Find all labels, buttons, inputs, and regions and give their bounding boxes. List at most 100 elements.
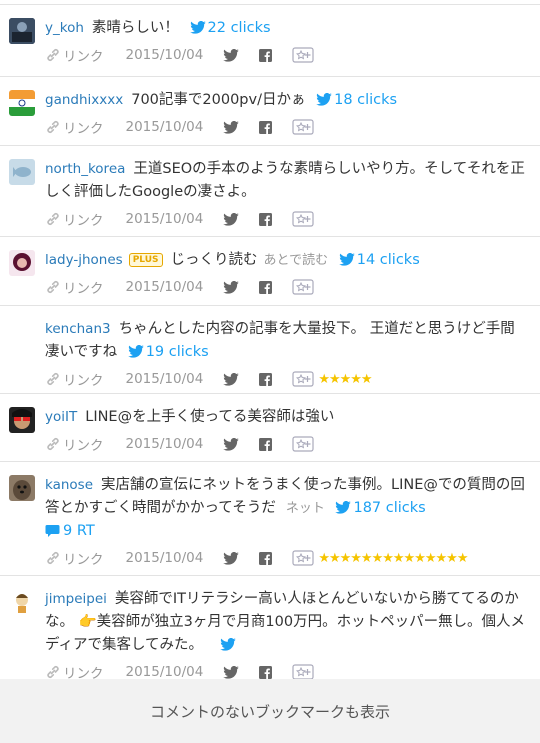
- user-link[interactable]: y_koh: [45, 20, 84, 36]
- facebook-share-icon[interactable]: [259, 212, 273, 226]
- facebook-share-icon[interactable]: [259, 551, 273, 565]
- link-icon[interactable]: [45, 371, 61, 387]
- link-label[interactable]: リンク: [63, 45, 104, 65]
- tweet-clicks-link[interactable]: 19 clicks: [127, 344, 209, 360]
- link-label[interactable]: リンク: [63, 209, 104, 229]
- link-label[interactable]: リンク: [63, 369, 104, 389]
- twitter-bird-icon: [219, 637, 236, 651]
- date: 2015/10/04: [125, 279, 204, 295]
- twitter-share-icon[interactable]: [223, 212, 240, 226]
- date: 2015/10/04: [125, 664, 204, 680]
- list-item: yoiIT LINE@を上手く使ってる美容師は強い リンク 2015/10/04: [0, 394, 540, 462]
- date: 2015/10/04: [125, 211, 204, 227]
- clicks-count: 18 clicks: [334, 92, 398, 108]
- comment-text: ちゃんとした内容の記事を大量投下。 王道だと思うけど手間凄いですね: [45, 321, 515, 360]
- twitter-bird-icon: [335, 500, 352, 514]
- avatar[interactable]: [9, 475, 35, 501]
- user-link[interactable]: yoiIT: [45, 409, 77, 425]
- date: 2015/10/04: [125, 371, 204, 387]
- avatar[interactable]: [9, 18, 35, 44]
- tweet-clicks-link[interactable]: 187 clicks: [335, 500, 426, 516]
- retweet-link[interactable]: 9 RT: [45, 523, 95, 539]
- tweet-clicks-link[interactable]: 18 clicks: [316, 92, 397, 108]
- comment-text: じっくり読む: [170, 252, 258, 268]
- add-star-icon[interactable]: [292, 371, 314, 387]
- add-star-icon[interactable]: [292, 279, 314, 295]
- list-item: jimpeipei 美容師でITリテラシー高い人ほとんどいないから勝ててるのかな。…: [0, 576, 540, 684]
- link-label[interactable]: リンク: [63, 277, 104, 297]
- twitter-bird-icon: [127, 344, 144, 358]
- link-icon[interactable]: [45, 47, 61, 63]
- comment-text: 素晴らしい！: [91, 20, 179, 36]
- tweet-clicks-link[interactable]: 14 clicks: [338, 252, 420, 268]
- add-star-icon[interactable]: [292, 211, 314, 227]
- star-rating[interactable]: ★★★★★: [318, 372, 372, 387]
- show-all-bookmarks-label: コメントのないブックマークも表示: [149, 702, 390, 721]
- date: 2015/10/04: [125, 119, 204, 135]
- link-icon[interactable]: [45, 664, 61, 680]
- link-icon[interactable]: [45, 119, 61, 135]
- twitter-bird-icon: [338, 252, 355, 266]
- twitter-share-icon[interactable]: [223, 120, 240, 134]
- link-label[interactable]: リンク: [63, 548, 104, 568]
- list-item: kanose 実店舗の宣伝にネットをうまく使った事例。LINE@での質問の回答とか…: [0, 462, 540, 576]
- list-item: lady-jhones PLUS じっくり読む あとで読む 14 clicks リンク…: [0, 237, 540, 306]
- avatar[interactable]: [9, 589, 35, 615]
- twitter-share-icon[interactable]: [223, 437, 240, 451]
- tweet-link[interactable]: [219, 637, 238, 653]
- facebook-share-icon[interactable]: [259, 120, 273, 134]
- link-label[interactable]: リンク: [63, 117, 104, 137]
- speech-bubble-icon: [45, 525, 60, 537]
- twitter-share-icon[interactable]: [223, 280, 240, 294]
- user-link[interactable]: kenchan3: [45, 321, 111, 337]
- add-star-icon[interactable]: [292, 47, 314, 63]
- link-label[interactable]: リンク: [63, 434, 104, 454]
- add-star-icon[interactable]: [292, 436, 314, 452]
- date: 2015/10/04: [125, 550, 204, 566]
- user-link[interactable]: gandhixxxx: [45, 92, 123, 108]
- add-star-icon[interactable]: [292, 664, 314, 680]
- user-link[interactable]: lady-jhones: [45, 252, 123, 268]
- comment-text: LINE@を上手く使ってる美容師は強い: [85, 409, 335, 425]
- user-link[interactable]: kanose: [45, 477, 93, 493]
- avatar[interactable]: [9, 90, 35, 116]
- twitter-share-icon[interactable]: [223, 372, 240, 386]
- link-icon[interactable]: [45, 279, 61, 295]
- facebook-share-icon[interactable]: [259, 437, 273, 451]
- twitter-share-icon[interactable]: [223, 48, 240, 62]
- twitter-share-icon[interactable]: [223, 551, 240, 565]
- comment-text: 美容師でITリテラシー高い人ほとんどいないから勝ててるのかな。 👉美容師が独立3…: [45, 591, 526, 653]
- avatar[interactable]: [9, 159, 35, 185]
- tweet-clicks-link[interactable]: 22 clicks: [189, 20, 271, 36]
- avatar[interactable]: [9, 407, 35, 433]
- show-all-bookmarks-button[interactable]: コメントのないブックマークも表示: [0, 679, 540, 743]
- link-icon[interactable]: [45, 550, 61, 566]
- link-icon[interactable]: [45, 436, 61, 452]
- list-item: gandhixxxx 700記事で2000pv/日かぁ 18 clicks リンク…: [0, 77, 540, 146]
- twitter-share-icon[interactable]: [223, 665, 240, 679]
- list-item: kenchan3 ちゃんとした内容の記事を大量投下。 王道だと思うけど手間凄いです…: [0, 306, 540, 394]
- twitter-bird-icon: [316, 92, 332, 106]
- facebook-share-icon[interactable]: [259, 372, 273, 386]
- add-star-icon[interactable]: [292, 119, 314, 135]
- user-link[interactable]: jimpeipei: [45, 591, 107, 607]
- star-rating[interactable]: ★★★★★★★★★★★★★★: [318, 551, 468, 566]
- clicks-count: 14 clicks: [356, 252, 420, 268]
- tag-link[interactable]: ネット: [286, 501, 325, 516]
- date: 2015/10/04: [125, 47, 204, 63]
- avatar[interactable]: [9, 250, 35, 276]
- twitter-bird-icon: [189, 20, 206, 34]
- add-star-icon[interactable]: [292, 550, 314, 566]
- rt-count: 9 RT: [63, 523, 95, 539]
- user-link[interactable]: north_korea: [45, 161, 125, 177]
- plus-badge: PLUS: [128, 253, 163, 267]
- list-item: y_koh 素晴らしい！ 22 clicks リンク 2015/10/04: [0, 5, 540, 77]
- list-item: north_korea 王道SEOの手本のような素晴らしいやり方。そしてそれを正し…: [0, 146, 540, 237]
- bookmark-comment-list: y_koh 素晴らしい！ 22 clicks リンク 2015/10/04 gan…: [0, 5, 540, 684]
- facebook-share-icon[interactable]: [259, 280, 273, 294]
- tag-link[interactable]: あとで読む: [264, 253, 329, 268]
- clicks-count: 22 clicks: [207, 20, 271, 36]
- facebook-share-icon[interactable]: [259, 665, 273, 679]
- link-icon[interactable]: [45, 211, 61, 227]
- facebook-share-icon[interactable]: [259, 48, 273, 62]
